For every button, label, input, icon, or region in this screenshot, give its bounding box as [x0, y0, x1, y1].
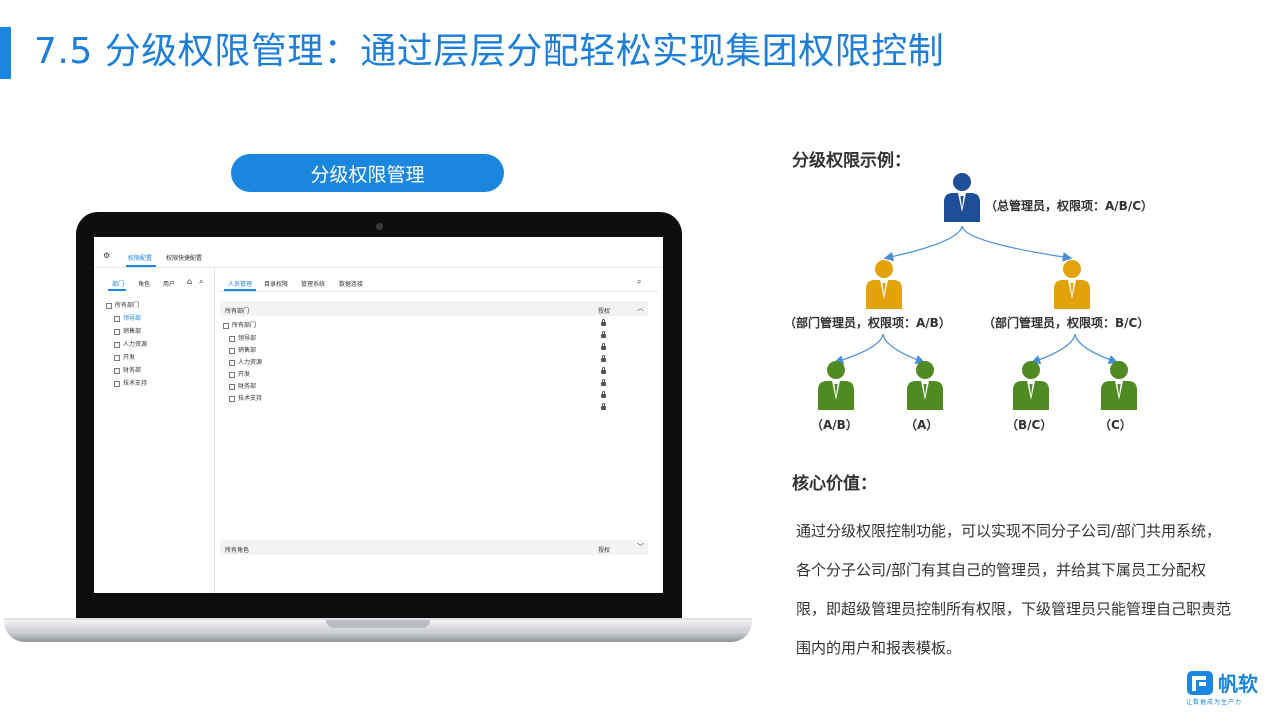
divider [218, 291, 658, 292]
tab-quick-config[interactable]: 权限快捷配置 [166, 253, 202, 262]
logo-slogan: 让数据成为生产力 [1186, 699, 1243, 706]
value-heading: 核心价值： [792, 474, 877, 494]
tab-personnel[interactable]: 人员管理 [228, 279, 252, 288]
chevron-down-icon[interactable]: ﹀ [637, 542, 644, 552]
lock-icon[interactable] [601, 379, 606, 386]
chevron-up-icon[interactable]: ︿ [637, 303, 644, 313]
tree-item[interactable]: 领导部 [114, 313, 141, 322]
search-icon[interactable]: ⌕ [637, 277, 641, 287]
arrow [883, 225, 963, 262]
tree-item[interactable]: 财务部 [114, 365, 141, 374]
tab-management-system[interactable]: 管理系统 [301, 279, 325, 288]
fanruan-logo-icon [1187, 671, 1213, 695]
logo-text: 帆软 [1218, 672, 1258, 696]
tab-user[interactable]: 用户 [163, 279, 175, 288]
slide-title: 7.5 分级权限管理：通过层层分配轻松实现集团权限控制 [34, 31, 945, 72]
panel-tree-item[interactable]: 开发 [229, 369, 250, 378]
arrow [882, 333, 926, 365]
title-accent-bar [0, 27, 11, 79]
left-tab-underline [108, 289, 126, 291]
leaf-label: （A） [905, 418, 939, 432]
panel-tree-root[interactable]: 所有部门 [223, 320, 256, 329]
laptop-screen: ⚙ 权限配置 权限快捷配置 部门 角色 用户 ⌂ ⌕ 所有部门 领导部 销售部 … [94, 237, 663, 593]
panel-tree-item[interactable]: 技术支持 [229, 393, 262, 402]
top-admin-label: （总管理员，权限项：A/B/C） [985, 199, 1154, 213]
tree-item[interactable]: 人力资源 [114, 339, 147, 348]
leaf-label: （C） [1099, 418, 1132, 432]
dept-admin-label-right: （部门管理员，权限项：B/C） [983, 316, 1150, 330]
tree-root[interactable]: 所有部门 [106, 300, 139, 309]
dept-admin-person-icon [866, 260, 902, 309]
tree-item[interactable]: 销售部 [114, 326, 141, 335]
tree-item[interactable]: 技术支持 [114, 378, 147, 387]
lock-icon[interactable] [601, 367, 606, 374]
tab-department[interactable]: 部门 [112, 279, 124, 288]
panel-header-label: 所有部门 [225, 308, 250, 315]
lock-icon[interactable] [601, 403, 606, 410]
screen-topbar: ⚙ 权限配置 权限快捷配置 [94, 237, 663, 268]
panel-tree-item[interactable]: 销售部 [229, 345, 256, 354]
user-person-icon [818, 361, 854, 410]
laptop-notch [326, 620, 430, 628]
panel-tree-item[interactable]: 财务部 [229, 381, 256, 390]
dept-admin-person-icon [1054, 260, 1090, 309]
arrow [1030, 333, 1076, 365]
camera-dot [376, 223, 383, 230]
tab-data-connection[interactable]: 数据连接 [339, 279, 363, 288]
lock-icon[interactable] [601, 391, 606, 398]
leaf-label: （B/C） [1006, 418, 1053, 432]
auth-column-label: 授权 [598, 308, 611, 315]
value-text: 通过分级权限控制功能，可以实现不同分子公司/部门共用系统，各个分子公司/部门有其… [796, 522, 1232, 657]
lock-icon[interactable] [601, 331, 606, 338]
user-person-icon [907, 361, 943, 410]
panel-tree-item[interactable]: 人力资源 [229, 357, 262, 366]
tree-item[interactable]: 开发 [114, 352, 135, 361]
search-icon[interactable]: ⌕ [199, 277, 203, 287]
bottom-panel-header [220, 540, 648, 555]
arrow [1074, 333, 1119, 365]
lock-icon[interactable] [601, 319, 606, 326]
example-heading: 分级权限示例： [792, 151, 911, 171]
leaf-label: （A/B） [811, 418, 858, 432]
panel-tree-item[interactable]: 领导部 [229, 333, 256, 342]
user-person-icon [1101, 361, 1137, 410]
panel-header [220, 301, 648, 316]
lock-icon[interactable] [601, 355, 606, 362]
tab-role[interactable]: 角色 [138, 279, 150, 288]
arrow [961, 225, 1073, 262]
lock-icon[interactable] [601, 343, 606, 350]
arrow [833, 333, 884, 365]
dept-admin-label-left: （部门管理员，权限项：A/B） [784, 316, 951, 330]
tab-permission-config[interactable]: 权限配置 [128, 253, 152, 262]
building-icon[interactable]: ⌂ [187, 277, 192, 286]
user-person-icon [1013, 361, 1049, 410]
gear-icon[interactable]: ⚙ [103, 251, 110, 260]
left-pane: 部门 角色 用户 ⌂ ⌕ 所有部门 领导部 销售部 人力资源 开发 财务部 技术… [94, 267, 215, 593]
admin-person-icon [944, 173, 980, 222]
section-pill: 分级权限管理 [231, 154, 504, 192]
bottom-auth-label: 授权 [598, 547, 611, 554]
tab-directory[interactable]: 目录权限 [264, 279, 288, 288]
bottom-header-label: 所有角色 [225, 547, 250, 554]
